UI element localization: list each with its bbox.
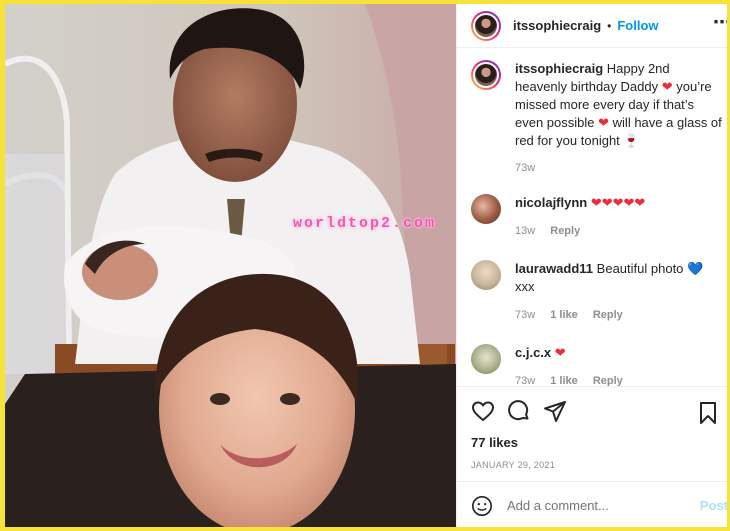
action-bar	[471, 399, 716, 424]
actions-area: 77 likes JANUARY 29, 2021 Post	[457, 386, 727, 527]
comment-likes[interactable]: 1 like	[550, 309, 578, 321]
header-username[interactable]: itssophiecraig	[513, 18, 601, 33]
caption-time: 73w	[515, 162, 536, 174]
comment-username[interactable]: laurawadd11	[515, 261, 593, 276]
caption-avatar[interactable]	[471, 60, 501, 90]
comment-avatar[interactable]	[471, 194, 501, 224]
heart-icon[interactable]	[471, 399, 495, 423]
reply-button[interactable]: Reply	[593, 309, 623, 321]
family-photo-illustration	[5, 4, 456, 527]
comment-item: nicolajflynn ❤❤❤❤❤ 13w Reply	[471, 194, 713, 240]
comment-meta: 73w 1 like Reply	[515, 306, 713, 324]
post-header: itssophiecraig • Follow ⋯	[457, 4, 727, 48]
follow-button[interactable]: Follow	[617, 18, 658, 33]
comment-input[interactable]	[507, 498, 707, 513]
comment-item: laurawadd11 Beautiful photo 💙 xxx 73w 1 l…	[471, 260, 713, 324]
comment-meta: 13w Reply	[515, 222, 713, 240]
add-comment-row: Post	[457, 481, 727, 527]
avatar-image	[473, 62, 499, 88]
comment-text: nicolajflynn ❤❤❤❤❤	[515, 194, 713, 212]
comments-list: itssophiecraig Happy 2nd heavenly birthd…	[457, 48, 727, 390]
post-photo[interactable]: worldtop2.com	[5, 4, 456, 527]
comment-text: c.j.c.x ❤	[515, 344, 713, 362]
wine-glass-icon: 🍷	[623, 133, 640, 148]
comment-suffix: xxx	[515, 279, 535, 294]
caption: itssophiecraig Happy 2nd heavenly birthd…	[471, 60, 722, 174]
caption-username[interactable]: itssophiecraig	[515, 61, 603, 76]
post-button[interactable]: Post	[700, 498, 727, 513]
caption-text: itssophiecraig Happy 2nd heavenly birthd…	[515, 60, 725, 150]
comment-avatar[interactable]	[471, 260, 501, 290]
post-date: JANUARY 29, 2021	[471, 460, 556, 470]
red-heart-icon: ❤❤❤❤❤	[590, 195, 646, 210]
post-frame: worldtop2.com itssophiecraig • Follow ⋯ …	[5, 4, 727, 527]
comment-avatar[interactable]	[471, 344, 501, 374]
red-heart-icon: ❤	[554, 345, 566, 360]
ellipsis-icon[interactable]: ⋯	[713, 12, 727, 33]
bookmark-icon[interactable]	[696, 401, 720, 425]
comment-text: laurawadd11 Beautiful photo 💙 xxx	[515, 260, 713, 296]
red-heart-icon: ❤	[661, 79, 673, 94]
likes-count[interactable]: 77 likes	[471, 435, 714, 450]
comment-icon[interactable]	[507, 399, 531, 423]
comment-time: 73w	[515, 309, 536, 321]
comment-item: c.j.c.x ❤ 73w 1 like Reply	[471, 344, 713, 390]
comment-username[interactable]: c.j.c.x	[515, 345, 551, 360]
emoji-icon[interactable]	[471, 495, 493, 517]
watermark-text: worldtop2.com	[293, 215, 437, 232]
share-icon[interactable]	[543, 399, 567, 423]
reply-button[interactable]: Reply	[550, 225, 580, 237]
avatar[interactable]	[471, 10, 501, 41]
comment-body: Beautiful photo	[596, 261, 684, 276]
separator-dot: •	[607, 18, 612, 33]
comment-username[interactable]: nicolajflynn	[515, 195, 587, 210]
blue-heart-icon: 💙	[687, 261, 704, 276]
comment-time: 13w	[515, 225, 536, 237]
red-heart-icon: ❤	[598, 115, 610, 130]
post-side-panel: itssophiecraig • Follow ⋯ itssophiecraig…	[456, 4, 727, 527]
avatar-image	[473, 12, 499, 39]
